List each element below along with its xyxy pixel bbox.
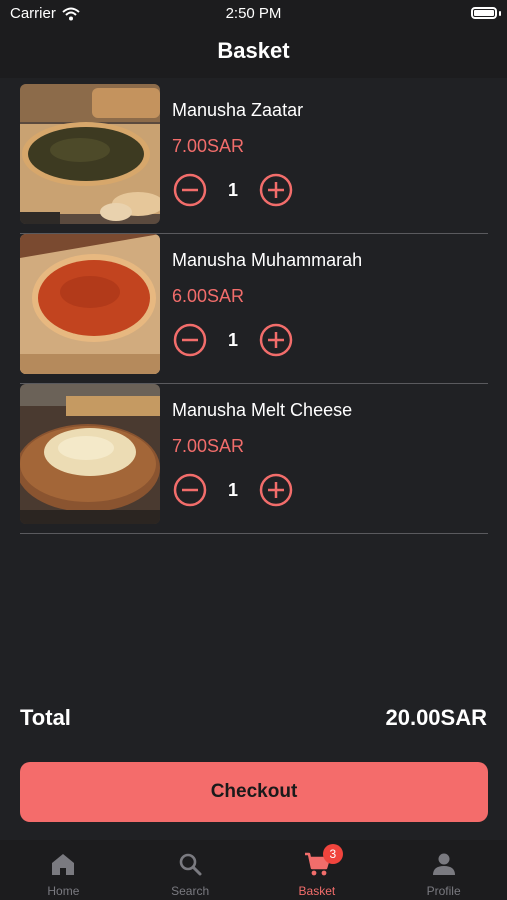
item-price: 7.00SAR bbox=[172, 436, 245, 456]
tab-bar: Home Search 3 Basket Profile bbox=[0, 840, 507, 900]
tab-profile[interactable]: Profile bbox=[380, 840, 507, 900]
quantity-stepper: 1 bbox=[172, 322, 294, 358]
search-icon bbox=[179, 853, 202, 876]
product-image-muhammarah bbox=[20, 234, 160, 374]
product-image-zaatar bbox=[20, 84, 160, 224]
checkout-button[interactable]: Checkout bbox=[20, 762, 488, 822]
tab-label: Profile bbox=[426, 884, 461, 898]
basket-item: Manusha Muhammarah 6.00SAR 1 bbox=[20, 234, 488, 384]
item-price: 7.00SAR bbox=[172, 136, 245, 156]
person-icon bbox=[432, 853, 455, 875]
tab-label: Basket bbox=[298, 884, 336, 898]
status-time: 2:50 PM bbox=[225, 5, 282, 22]
page-title: Basket bbox=[217, 38, 290, 63]
tab-label: Search bbox=[171, 884, 210, 898]
quantity-value: 1 bbox=[227, 479, 238, 500]
quantity-value: 1 bbox=[227, 179, 238, 200]
quantity-stepper: 1 bbox=[172, 172, 294, 208]
quantity-value: 1 bbox=[227, 329, 238, 350]
quantity-stepper: 1 bbox=[172, 472, 294, 508]
basket-item: Manusha Melt Cheese 7.00SAR 1 bbox=[20, 384, 488, 534]
tab-label: Home bbox=[47, 884, 80, 898]
plus-circle-icon[interactable] bbox=[258, 472, 294, 508]
battery-tip bbox=[499, 11, 501, 16]
battery-icon bbox=[471, 7, 497, 19]
basket-list: Manusha Zaatar 7.00SAR 1 Manusha Muhamma… bbox=[20, 84, 488, 534]
tab-basket[interactable]: 3 Basket bbox=[254, 840, 381, 900]
minus-circle-icon[interactable] bbox=[172, 322, 208, 358]
cart-count-badge: 3 bbox=[322, 844, 343, 864]
total-label: Total bbox=[20, 705, 71, 730]
nav-bar: Basket bbox=[0, 30, 507, 78]
plus-circle-icon[interactable] bbox=[258, 172, 294, 208]
basket-item: Manusha Zaatar 7.00SAR 1 bbox=[20, 84, 488, 234]
tab-search[interactable]: Search bbox=[127, 840, 254, 900]
plus-circle-icon[interactable] bbox=[258, 322, 294, 358]
item-name: Manusha Melt Cheese bbox=[172, 400, 353, 420]
tab-home[interactable]: Home bbox=[0, 840, 127, 900]
product-image-melt-cheese bbox=[20, 384, 160, 524]
item-name: Manusha Muhammarah bbox=[172, 250, 363, 270]
item-price: 6.00SAR bbox=[172, 286, 245, 306]
minus-circle-icon[interactable] bbox=[172, 172, 208, 208]
item-name: Manusha Zaatar bbox=[172, 100, 304, 120]
status-bar: Carrier 2:50 PM bbox=[0, 0, 507, 30]
divider bbox=[20, 533, 488, 534]
minus-circle-icon[interactable] bbox=[172, 472, 208, 508]
total-value: 20.00SAR bbox=[385, 705, 487, 730]
home-icon bbox=[52, 854, 75, 875]
